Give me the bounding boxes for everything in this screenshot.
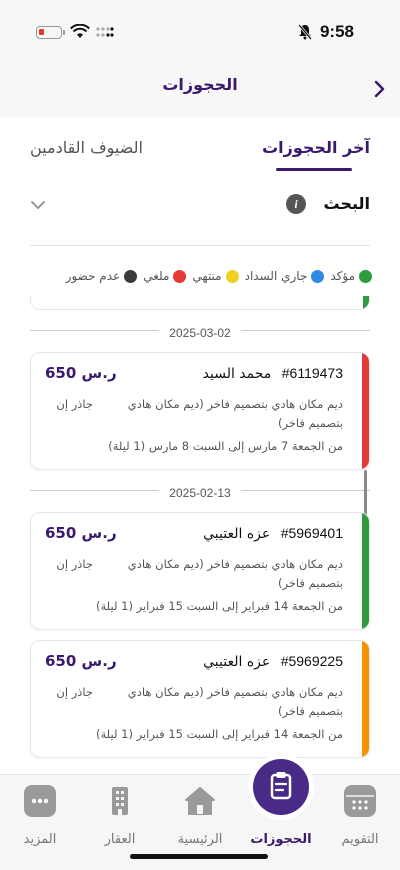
date-label: 2025-02-13 — [159, 486, 241, 500]
legend-dot — [311, 269, 325, 283]
legend-payment-pending: جاري السداد — [245, 269, 325, 283]
wifi-icon — [70, 24, 90, 38]
status-strip — [362, 513, 369, 629]
legend-dot — [225, 269, 239, 283]
nav-item-property[interactable]: العقار — [85, 785, 155, 847]
booking-price: 650 ر.س — [45, 524, 117, 542]
date-separator: 2025-03-02 — [30, 322, 370, 340]
booking-dates: من الجمعة 7 مارس إلى السبت 8 مارس (1 ليل… — [108, 439, 343, 453]
booking-id: #5969225 — [280, 653, 343, 669]
date-label: 2025-03-02 — [159, 326, 241, 340]
home-indicator — [130, 854, 268, 859]
legend-confirmed: مؤكد — [330, 269, 372, 283]
nav-label: الرئيسية — [177, 832, 223, 847]
status-bar: 9:58 — [0, 0, 400, 60]
nav-label: التقويم — [341, 832, 379, 847]
status-strip — [363, 296, 369, 309]
status-strip — [362, 353, 369, 469]
bell-muted-icon — [298, 24, 312, 40]
nav-item-home[interactable]: الرئيسية — [165, 785, 235, 847]
chevron-right-icon[interactable] — [374, 80, 386, 98]
booking-dates: من الجمعة 14 فبراير إلى السبت 15 فبراير … — [96, 727, 343, 741]
page-title: الحجوزات — [162, 75, 238, 94]
info-icon[interactable]: i — [286, 194, 306, 214]
booking-header: #6119473 محمد السيد — [203, 365, 343, 382]
booking-header: #5969225 عزه العتيبي — [203, 653, 343, 670]
calendar-icon — [344, 785, 376, 817]
nav-item-bookings[interactable]: الحجوزات — [246, 785, 316, 847]
search-toggle[interactable]: البحث i — [30, 190, 370, 246]
clock-time: 9:58 — [319, 22, 354, 41]
nav-label: الحجوزات — [250, 832, 312, 847]
city-name: جاذر إن — [56, 397, 93, 411]
booking-price: 650 ر.س — [45, 652, 117, 670]
booking-card[interactable]: #5969401 عزه العتيبي 650 ر.س ديم مكان ها… — [30, 512, 370, 630]
guest-name: عزه العتيبي — [203, 526, 271, 542]
tab-upcoming-guests[interactable]: الضيوف القادمين — [30, 138, 143, 157]
status-legend: مؤكد جاري السداد منتهي ملغي عدم حضور — [30, 266, 372, 286]
legend-completed: منتهي — [192, 269, 239, 283]
legend-dot — [173, 269, 187, 283]
legend-dot — [124, 269, 138, 283]
booking-id: #5969401 — [280, 525, 343, 541]
search-label: البحث — [323, 194, 371, 213]
city-name: جاذر إن — [56, 557, 93, 571]
city-name: جاذر إن — [56, 685, 93, 699]
booking-dates: من الجمعة 14 فبراير إلى السبت 15 فبراير … — [96, 599, 343, 613]
tab-indicator — [276, 168, 352, 171]
unit-name: ديم مكان هادي بتصميم فاخر (ديم مكان هادي… — [127, 557, 343, 590]
cellular-signal-icon — [96, 27, 114, 37]
chevron-down-icon[interactable] — [30, 200, 46, 210]
nav-item-more[interactable]: المزيد — [5, 785, 75, 847]
date-separator: 2025-02-13 — [30, 482, 370, 500]
building-icon — [104, 785, 136, 817]
booking-card[interactable]: #5969225 عزه العتيبي 650 ر.س ديم مكان ها… — [30, 640, 370, 758]
guest-name: محمد السيد — [202, 366, 272, 382]
unit-name: ديم مكان هادي بتصميم فاخر (ديم مكان هادي… — [127, 685, 343, 718]
booking-card[interactable]: #6119473 محمد السيد 650 ر.س ديم مكان هاد… — [30, 352, 370, 470]
booking-header: #5969401 عزه العتيبي — [203, 525, 343, 542]
unit-name: ديم مكان هادي بتصميم فاخر (ديم مكان هادي… — [127, 397, 343, 430]
booking-price: 650 ر.س — [45, 364, 117, 382]
status-strip — [362, 641, 369, 757]
nav-item-calendar[interactable]: التقويم — [325, 785, 395, 847]
booking-card-partial[interactable] — [30, 296, 370, 310]
more-icon — [24, 785, 56, 817]
battery-icon — [36, 26, 65, 39]
legend-dot — [359, 269, 372, 283]
nav-bar: الحجوزات — [0, 60, 400, 118]
nav-label: العقار — [104, 832, 136, 847]
tabs: آخر الحجوزات الضيوف القادمين — [0, 118, 400, 172]
home-icon — [184, 785, 216, 817]
legend-no-show: عدم حضور — [66, 269, 138, 283]
nav-label: المزيد — [23, 832, 57, 847]
tab-recent-bookings[interactable]: آخر الحجوزات — [262, 138, 370, 157]
legend-cancelled: ملغي — [143, 269, 187, 283]
guest-name: عزه العتيبي — [203, 654, 271, 670]
booking-id: #6119473 — [281, 365, 343, 381]
